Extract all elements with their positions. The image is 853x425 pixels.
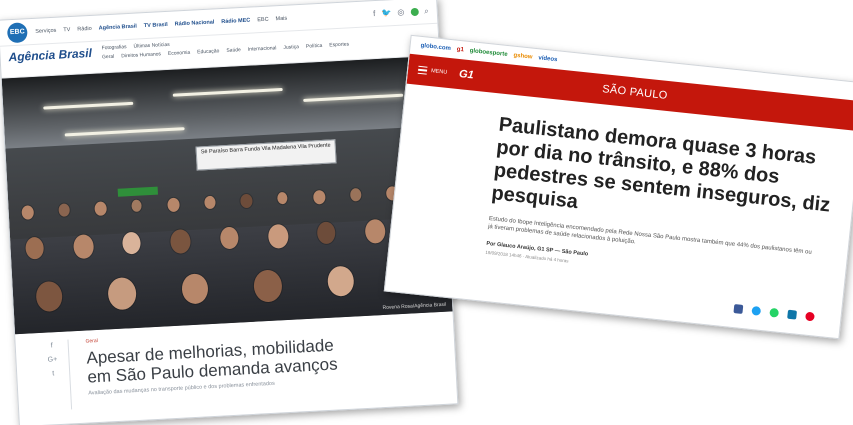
nav-item[interactable]: Internacional	[248, 45, 277, 52]
subway-crowd-photo: Sé Paraíso Barra Funda Vila Madalena Vil…	[1, 55, 453, 335]
twitter-share-icon[interactable]: t	[52, 370, 54, 377]
topbar-links: Serviços TV Rádio Agência Brasil TV Bras…	[35, 15, 287, 34]
share-bar	[733, 304, 815, 322]
sign-line: Vila Madalena	[261, 144, 297, 153]
whatsapp-icon[interactable]	[769, 307, 780, 318]
sign-line: Sé	[200, 148, 208, 156]
globo-link[interactable]: gshow	[513, 53, 533, 61]
ebc-logo[interactable]: EBC	[6, 21, 28, 43]
live-indicator-icon[interactable]	[410, 7, 419, 16]
topbar-link[interactable]: EBC	[257, 16, 269, 23]
direction-sign: Sé Paraíso Barra Funda Vila Madalena Vil…	[195, 139, 337, 171]
twitter-icon[interactable]	[751, 305, 762, 316]
agencia-brasil-page: EBC Serviços TV Rádio Agência Brasil TV …	[0, 0, 459, 425]
nav-item[interactable]: Esportes	[329, 41, 349, 48]
topbar-link[interactable]: Rádio MEC	[221, 17, 250, 25]
crowd-row	[8, 184, 446, 221]
nav-item[interactable]: Justiça	[283, 44, 299, 51]
nav-item[interactable]: Economia	[168, 50, 191, 57]
search-icon[interactable]: ⌕	[424, 6, 429, 16]
nav-item[interactable]: Geral	[102, 54, 115, 61]
topbar-link[interactable]: Mais	[275, 15, 287, 22]
topbar-link[interactable]: TV	[63, 27, 70, 33]
globo-link[interactable]: vídeos	[538, 55, 558, 63]
globo-link[interactable]: globoesporte	[469, 48, 507, 58]
g1-page: globo.com g1 globoesporte gshow vídeos M…	[383, 34, 853, 340]
green-sign	[117, 186, 158, 197]
globo-link[interactable]: globo.com	[420, 43, 451, 52]
topbar-icons: f 🐦 ◎ ⌕	[373, 6, 429, 19]
topbar-link[interactable]: Rádio	[77, 25, 92, 32]
topbar-link[interactable]: Rádio Nacional	[174, 19, 214, 27]
topbar-link[interactable]: TV Brasil	[144, 21, 168, 28]
google-plus-share-icon[interactable]: G+	[48, 356, 58, 363]
globo-link[interactable]: g1	[456, 47, 464, 54]
linkedin-icon[interactable]	[787, 309, 798, 320]
instagram-icon[interactable]: ◎	[397, 8, 404, 17]
divider	[67, 339, 73, 410]
facebook-icon[interactable]: f	[373, 9, 376, 18]
sign-line: Barra Funda	[229, 146, 261, 154]
sign-line: Paraíso	[208, 147, 229, 155]
facebook-icon[interactable]	[733, 304, 744, 314]
nav-item[interactable]: Últimas Notícias	[133, 42, 169, 50]
nav-item[interactable]: Fotografias	[101, 44, 126, 51]
topbar-link[interactable]: Agência Brasil	[99, 23, 137, 31]
pinterest-icon[interactable]	[805, 311, 815, 322]
nav-item[interactable]: Política	[306, 43, 323, 50]
agencia-brasil-logo[interactable]: Agência Brasil	[8, 46, 92, 64]
topbar-link[interactable]: Serviços	[35, 27, 56, 34]
nav-item[interactable]: Educação	[197, 48, 220, 55]
facebook-share-icon[interactable]: f	[51, 342, 53, 349]
nav-item[interactable]: Direitos Humanos	[121, 51, 161, 59]
twitter-icon[interactable]: 🐦	[381, 8, 391, 18]
nav-item[interactable]: Saúde	[226, 47, 241, 54]
share-column: f G+ t	[42, 342, 64, 378]
sign-line: Vila Prudente	[297, 142, 331, 151]
